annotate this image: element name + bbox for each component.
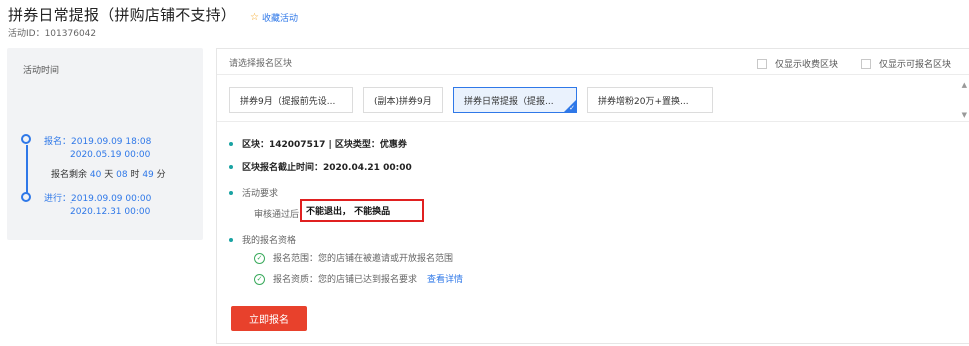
block-info-row: 区块：142007517 | 区块类型：优惠券 <box>229 137 407 150</box>
signup-remaining: 报名剩余 40 天 08 时 49 分 <box>51 167 166 180</box>
days-unit: 天 <box>104 170 114 180</box>
bullet-icon <box>229 141 233 146</box>
checkbox-box[interactable] <box>757 58 767 69</box>
scroll-up-icon[interactable]: ▲ <box>962 81 967 89</box>
requirement-title-row: 活动要求 <box>229 186 278 199</box>
hours-unit: 时 <box>130 170 140 180</box>
activity-time-title: 活动时间 <box>23 66 60 76</box>
apply-now-button[interactable]: 立即报名 <box>231 306 307 331</box>
scope-text: 报名范围：您的店铺在被邀请或开放报名范围 <box>273 254 454 264</box>
run-start: 进行：2019.09.09 00:00 <box>44 194 152 204</box>
timeline-dot-signup <box>21 134 31 144</box>
block-tab-2-selected[interactable]: 拼券日常提报（提报... ✓ <box>453 87 577 113</box>
block-selector-header: 请选择报名区块 仅显示收费区块 仅显示可报名区块 <box>217 49 969 75</box>
requirement-highlight: 不能退出， 不能换品 <box>300 199 424 222</box>
scroll-down-icon[interactable]: ▼ <box>962 111 967 119</box>
signup-main-panel: 请选择报名区块 仅显示收费区块 仅显示可报名区块 拼券9月（提报前先设... (… <box>216 48 969 344</box>
only-fee-label: 仅显示收费区块 <box>775 60 839 70</box>
block-tab-1[interactable]: (副本)拼券9月 <box>363 87 443 113</box>
bullet-icon <box>229 190 233 195</box>
block-tabs: 拼券9月（提报前先设... (副本)拼券9月 拼券日常提报（提报... ✓ 拼券… <box>217 76 969 122</box>
requirement-prefix: 审核通过后 <box>254 210 300 220</box>
qualify-text: 报名资质：您的店铺已达到报名要求 <box>273 275 418 285</box>
block-deadline: 区块报名截止时间：2020.04.21 00:00 <box>242 163 412 173</box>
block-tab-label: 拼券增粉20万+置换... <box>598 96 689 107</box>
remaining-minutes: 49 <box>142 170 154 180</box>
only-fee-checkbox[interactable]: 仅显示收费区块 <box>757 57 838 70</box>
block-tab-label: (副本)拼券9月 <box>374 96 432 107</box>
run-dash: - <box>70 199 73 207</box>
signup-start: 报名：2019.09.09 18:08 <box>44 137 152 147</box>
bullet-icon <box>229 237 233 242</box>
check-circle-icon: ✓ <box>254 274 265 285</box>
checkbox-box[interactable] <box>861 58 871 69</box>
check-icon: ✓ <box>569 104 575 112</box>
activity-time-panel: 活动时间 报名：2019.09.09 18:08 2020.05.19 00:0… <box>7 48 203 240</box>
block-tab-0[interactable]: 拼券9月（提报前先设... <box>229 87 353 113</box>
only-available-label: 仅显示可报名区块 <box>879 60 952 70</box>
qualify-row: ✓ 报名资质：您的店铺已达到报名要求 查看详情 <box>254 272 463 285</box>
remaining-days: 40 <box>89 170 102 180</box>
remaining-prefix: 报名剩余 <box>51 170 88 180</box>
block-tab-3[interactable]: 拼券增粉20万+置换... <box>587 87 713 113</box>
remaining-hours: 08 <box>116 170 128 180</box>
timeline-dot-run <box>21 192 31 202</box>
timeline-line <box>26 145 28 195</box>
favorite-label: 收藏活动 <box>261 14 298 24</box>
check-circle-icon: ✓ <box>254 253 265 264</box>
minutes-unit: 分 <box>156 170 166 180</box>
requirement-title: 活动要求 <box>242 189 279 199</box>
only-available-checkbox[interactable]: 仅显示可报名区块 <box>861 57 951 70</box>
page-title: 拼券日常提报（拼购店铺不支持） <box>8 6 237 24</box>
qualification-title: 我的报名资格 <box>242 236 297 246</box>
star-icon: ☆ <box>250 12 259 23</box>
block-deadline-row: 区块报名截止时间：2020.04.21 00:00 <box>229 160 412 173</box>
scope-row: ✓ 报名范围：您的店铺在被邀请或开放报名范围 <box>254 251 453 264</box>
signup-end: 2020.05.19 00:00 <box>70 150 151 160</box>
favorite-activity-link[interactable]: ☆ 收藏活动 <box>250 11 298 24</box>
block-tab-label: 拼券9月（提报前先设... <box>240 96 336 107</box>
bullet-icon <box>229 164 233 169</box>
qualification-title-row: 我的报名资格 <box>229 233 296 246</box>
block-info: 区块：142007517 | 区块类型：优惠券 <box>242 140 407 150</box>
page-header: 拼券日常提报（拼购店铺不支持） ☆ 收藏活动 <box>8 4 298 25</box>
view-details-link[interactable]: 查看详情 <box>427 275 463 285</box>
block-tab-label: 拼券日常提报（提报... <box>464 96 554 107</box>
run-end: 2020.12.31 00:00 <box>70 207 151 217</box>
activity-id: 活动ID：101376042 <box>8 29 97 39</box>
block-selector-label: 请选择报名区块 <box>229 59 293 69</box>
